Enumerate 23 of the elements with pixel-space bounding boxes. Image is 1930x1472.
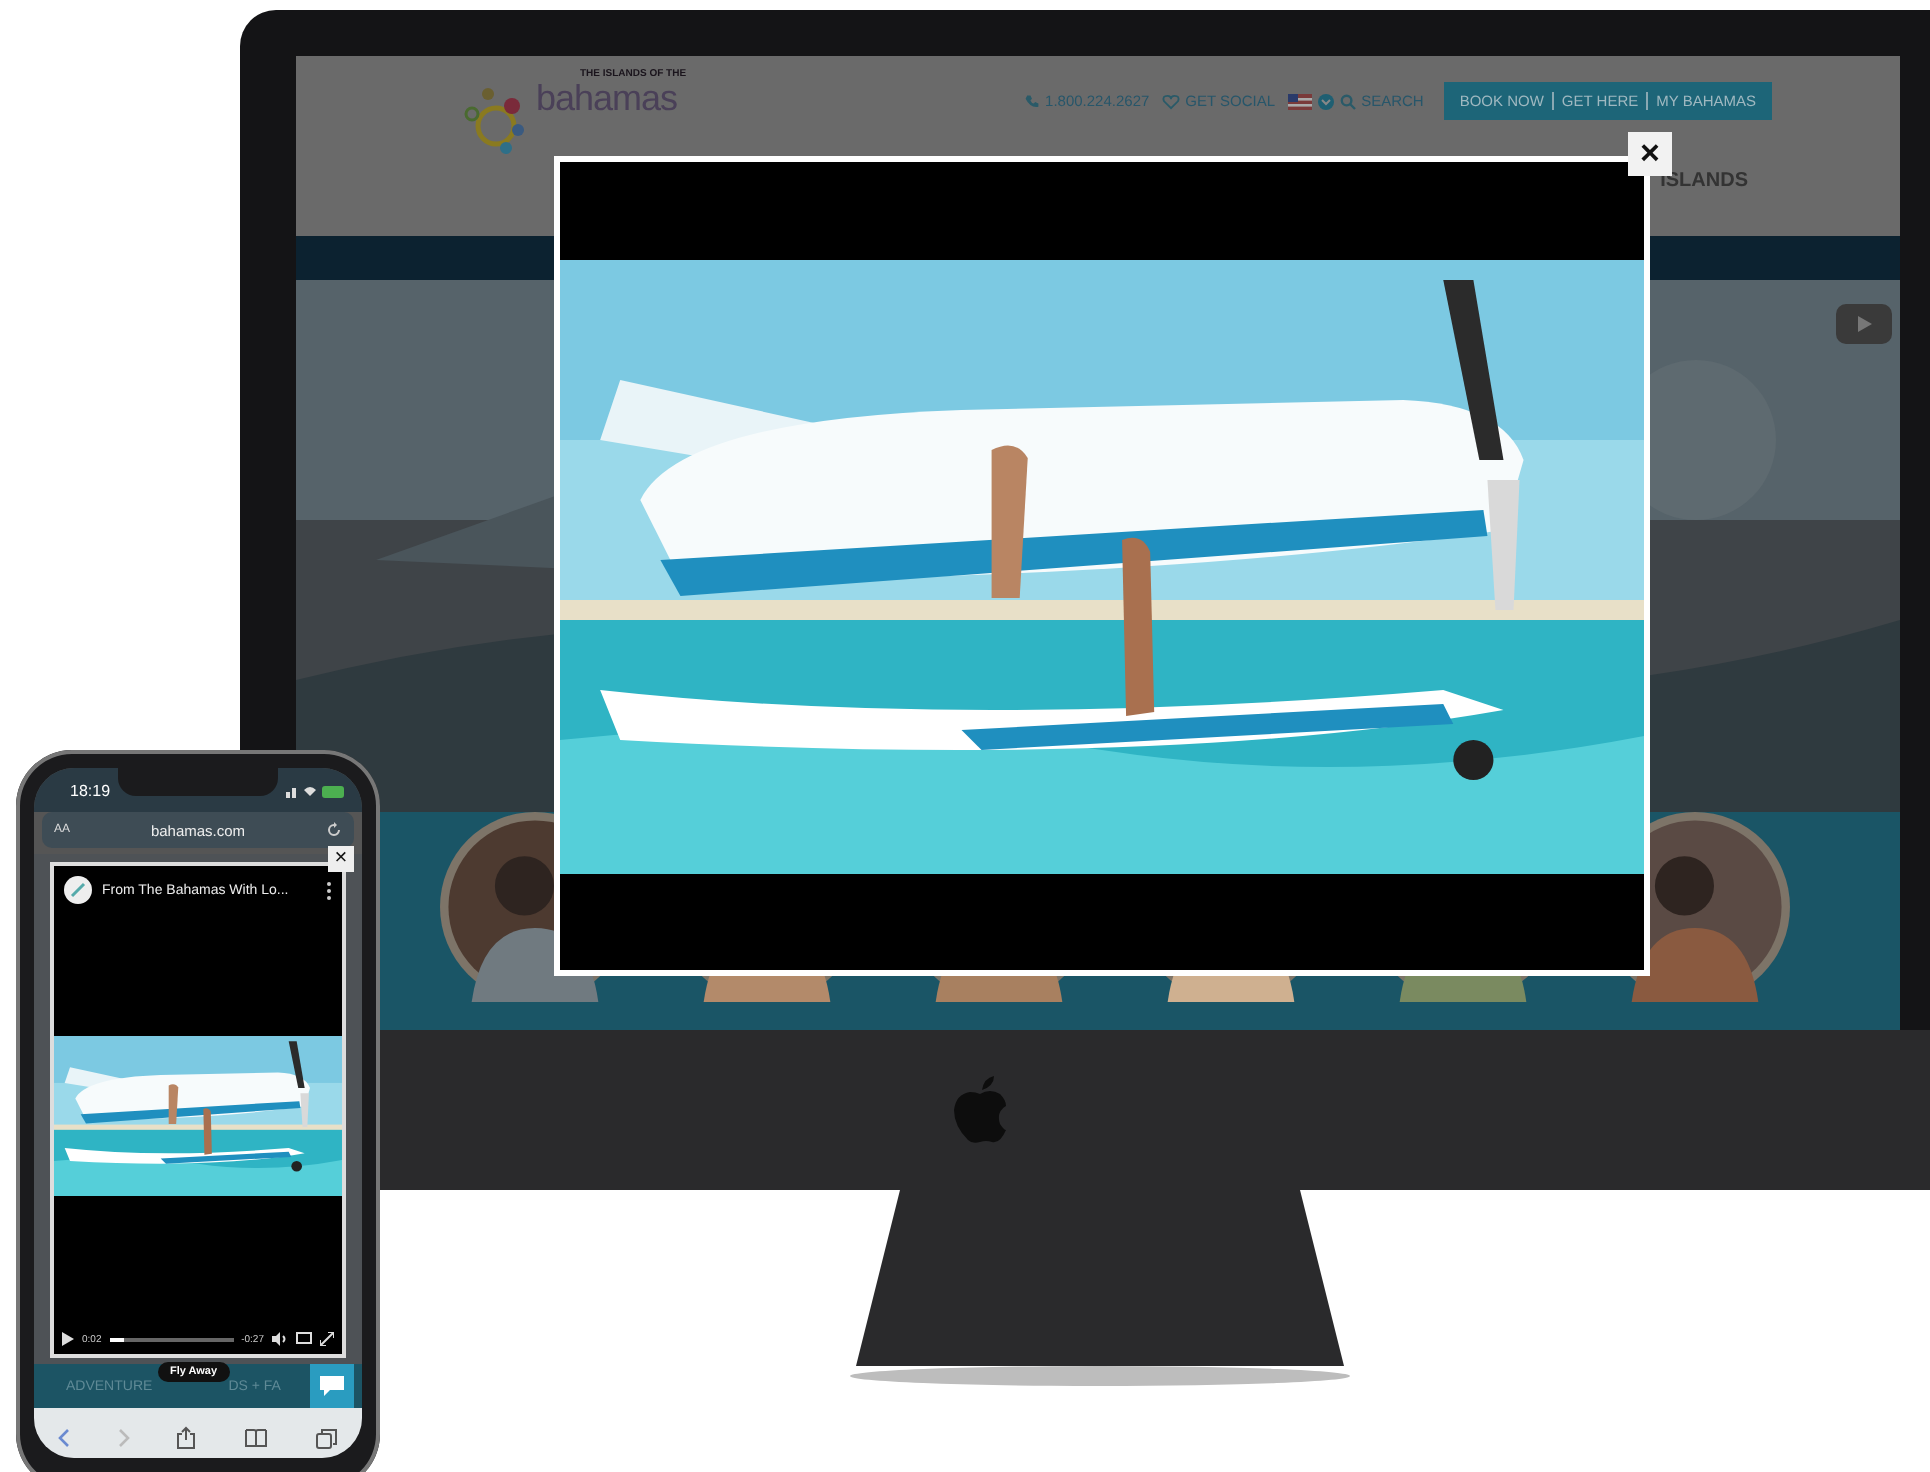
phone-icon (1023, 93, 1040, 109)
status-time: 18:19 (70, 781, 111, 799)
close-button[interactable]: × (1628, 132, 1672, 176)
share-icon[interactable] (176, 1426, 197, 1450)
fullscreen-icon[interactable] (320, 1332, 334, 1346)
tabs-icon[interactable] (316, 1427, 339, 1449)
back-icon[interactable] (57, 1428, 70, 1448)
book-icon[interactable] (244, 1428, 269, 1448)
status-icons (286, 783, 346, 797)
chat-button[interactable] (310, 1364, 354, 1408)
flag-icon[interactable] (1287, 93, 1312, 109)
play-icon[interactable] (62, 1332, 74, 1346)
heart-icon (1161, 93, 1180, 109)
reload-icon[interactable] (326, 822, 342, 838)
search-icon (1339, 93, 1356, 109)
close-button[interactable]: × (328, 846, 354, 872)
menu-item[interactable]: ISLANDS (1660, 170, 1748, 192)
screen-icon[interactable] (296, 1332, 312, 1346)
apple-icon (950, 1074, 1010, 1146)
volume-icon[interactable] (272, 1332, 288, 1346)
more-icon[interactable] (326, 881, 332, 899)
channel-avatar[interactable] (64, 876, 92, 904)
chat-icon (320, 1376, 344, 1396)
